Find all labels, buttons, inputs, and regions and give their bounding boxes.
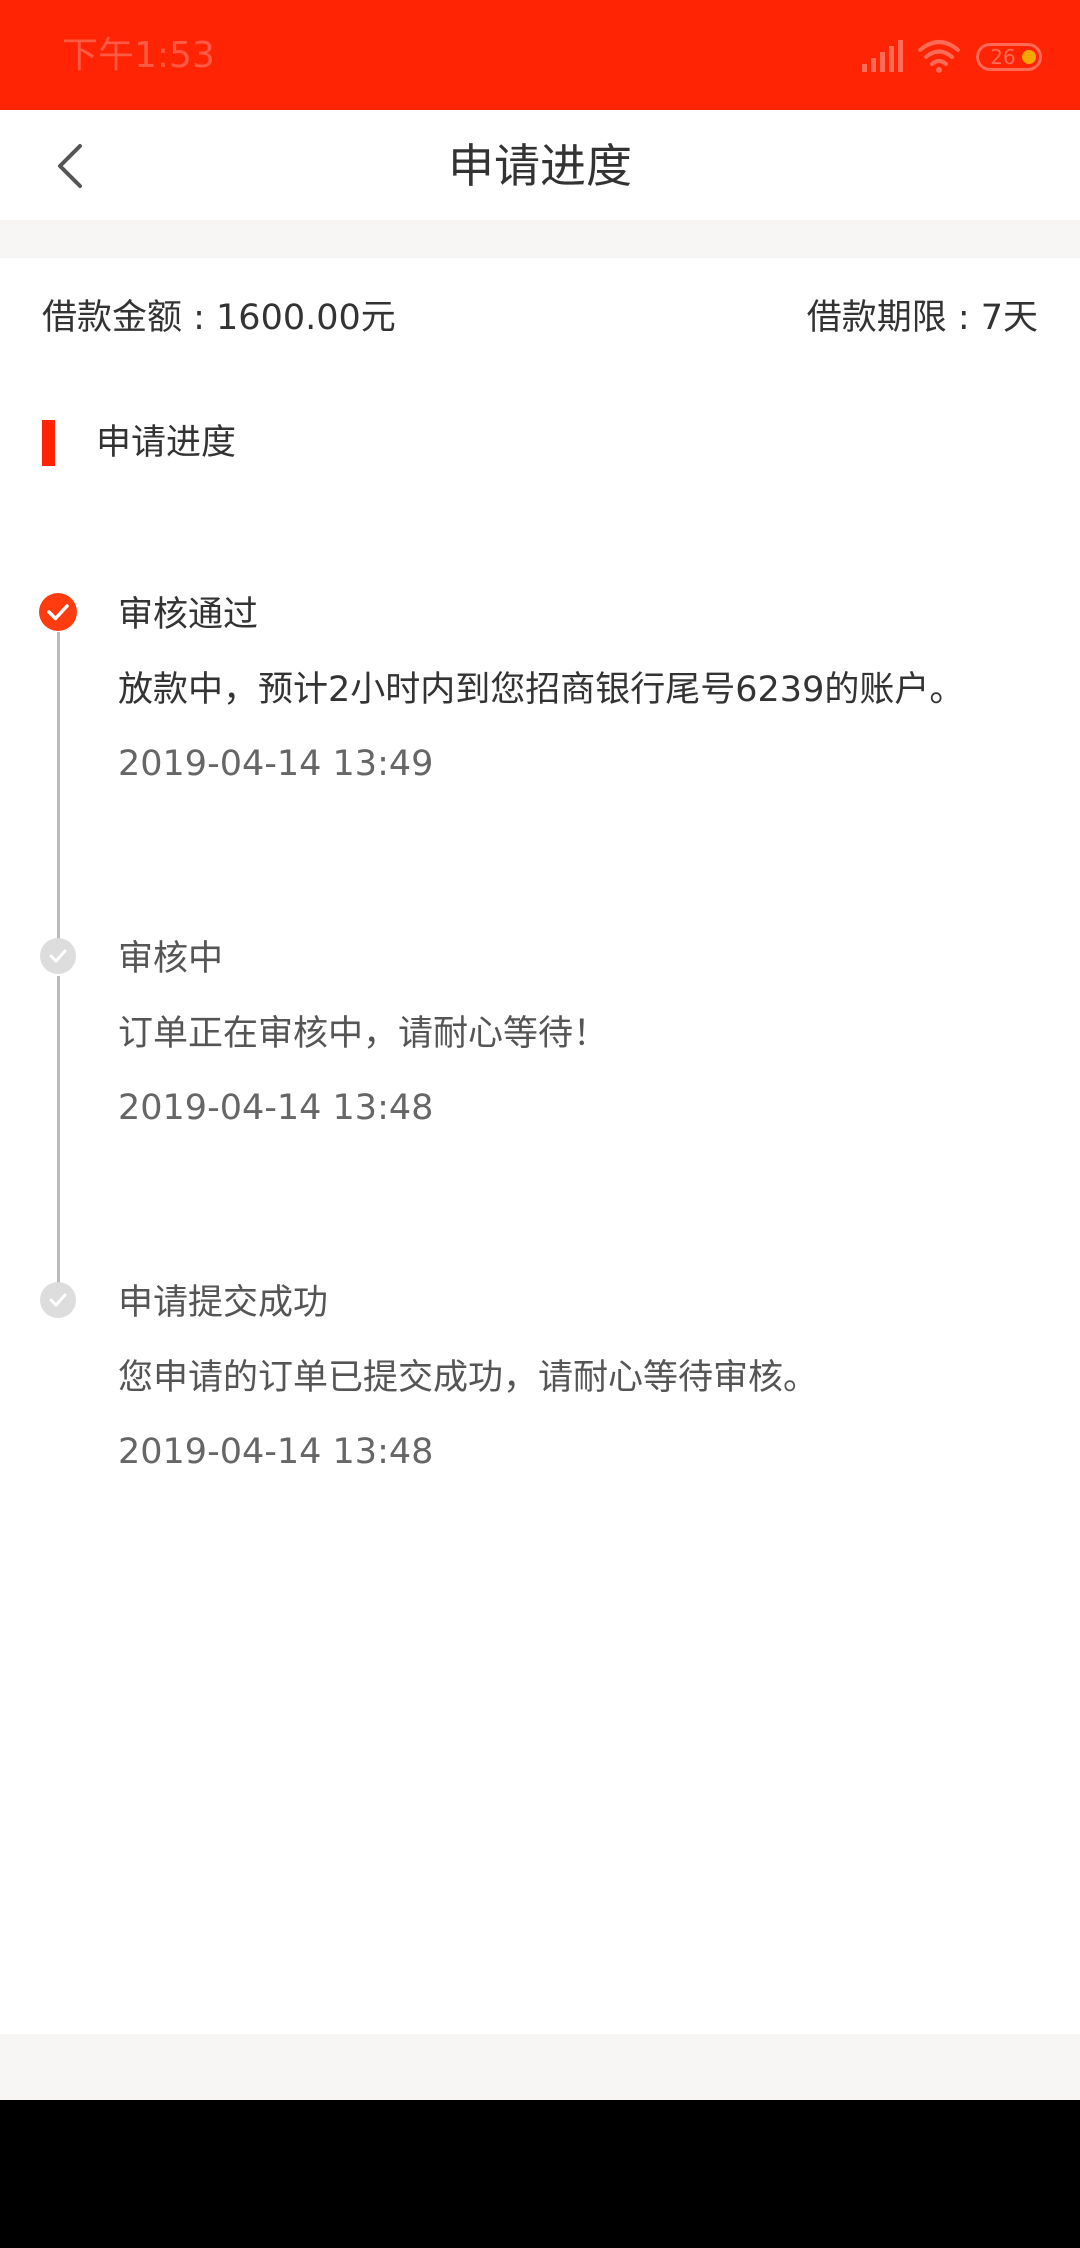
check-circle-icon (39, 593, 77, 631)
step-description: 您申请的订单已提交成功，请耐心等待审核。 (118, 1358, 819, 1398)
step-status: 审核通过 (118, 595, 259, 635)
status-bar: 下午1:53 26 (0, 0, 1080, 110)
system-nav-bar (0, 2100, 1080, 2248)
battery-fill (1022, 50, 1036, 64)
check-circle-icon (40, 938, 76, 974)
battery-level: 26 (990, 45, 1016, 69)
step-description: 订单正在审核中，请耐心等待！ (118, 1014, 609, 1054)
step-description: 放款中，预计2小时内到您招商银行尾号6239的账户。 (118, 670, 965, 710)
status-time: 下午1:53 (62, 35, 215, 76)
section-accent-bar (42, 420, 55, 466)
timeline-line (57, 632, 60, 940)
header: 申请进度 (0, 110, 1080, 220)
page-title: 申请进度 (448, 139, 632, 193)
loan-term: 借款期限 : 7天 (806, 298, 1038, 338)
battery-icon: 26 (976, 43, 1042, 71)
loan-info: 借款金额 : 1600.00元 借款期限 : 7天 (0, 258, 1080, 378)
section-title: 申请进度 (96, 423, 237, 463)
timeline-line (57, 976, 60, 1284)
step-status: 审核中 (118, 939, 224, 979)
check-circle-icon (40, 1282, 76, 1318)
signal-icon (862, 40, 903, 72)
step-time: 2019-04-14 13:49 (118, 744, 434, 784)
step-status: 申请提交成功 (118, 1283, 329, 1323)
footer-band (0, 2034, 1080, 2100)
step-time: 2019-04-14 13:48 (118, 1432, 434, 1472)
step-time: 2019-04-14 13:48 (118, 1088, 434, 1128)
divider-band (0, 220, 1080, 258)
wifi-icon (918, 40, 960, 73)
loan-amount: 借款金额 : 1600.00元 (42, 298, 396, 338)
